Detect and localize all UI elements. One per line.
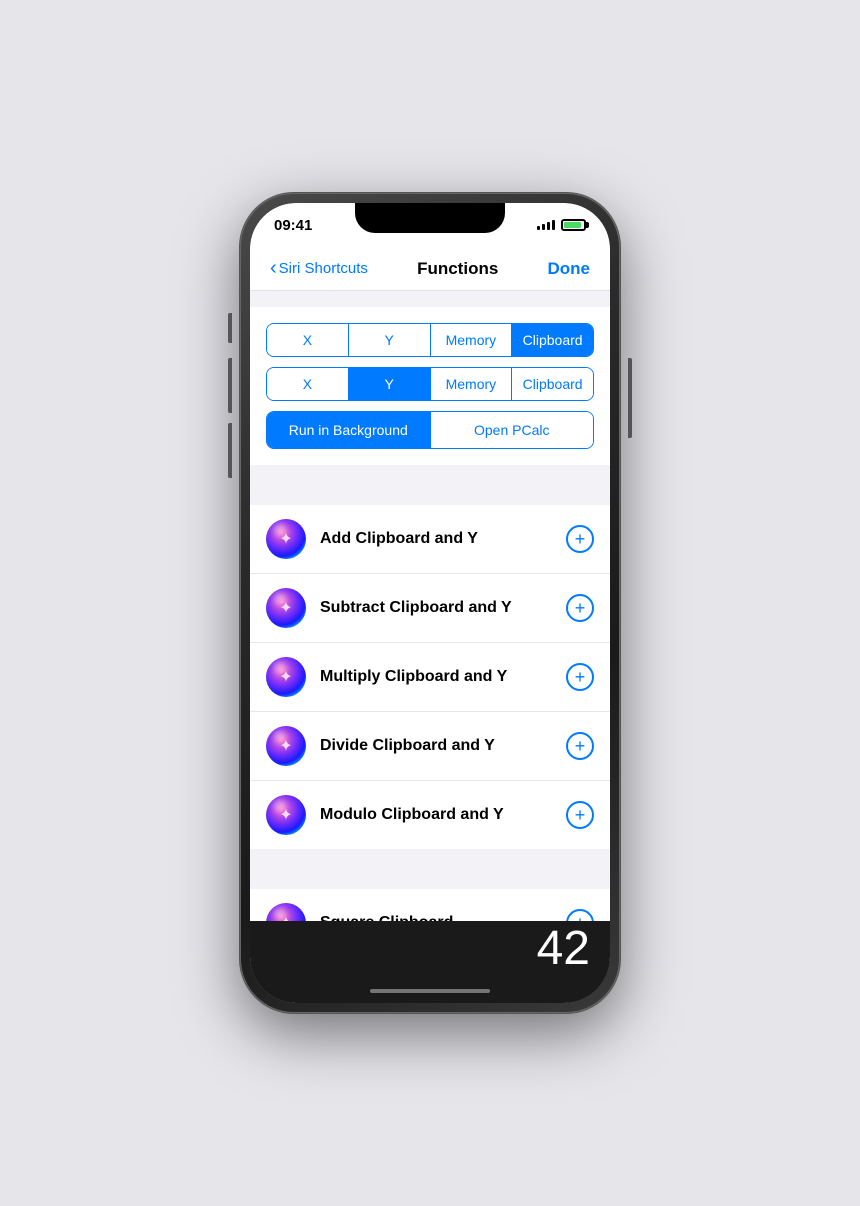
controls-section: X Y Memory Clipboard X Y Memory Clipboar… [250, 307, 610, 465]
chevron-left-icon: ‹ [270, 257, 277, 280]
item-label: Modulo Clipboard and Y [320, 806, 566, 824]
siri-shortcut-icon [266, 795, 306, 835]
list-item[interactable]: Modulo Clipboard and Y + [250, 781, 610, 849]
run-background-btn[interactable]: Run in Background [267, 412, 431, 448]
siri-shortcut-icon [266, 657, 306, 697]
status-icons [537, 219, 586, 231]
status-time: 09:41 [274, 217, 312, 234]
siri-shortcut-icon [266, 726, 306, 766]
item-label: Square Clipboard [320, 914, 566, 921]
list-item[interactable]: Square Clipboard + [250, 889, 610, 921]
section-divider-2 [250, 849, 610, 869]
notch [355, 203, 505, 233]
add-button-2[interactable]: + [566, 663, 594, 691]
seg-btn-memory-row1[interactable]: Memory [431, 324, 513, 356]
volume-down-button[interactable] [228, 423, 232, 478]
phone-device: 09:41 ‹ Siri Shortcuts [240, 193, 620, 1013]
power-button[interactable] [628, 358, 632, 438]
status-bar: 09:41 [250, 203, 610, 247]
action-control[interactable]: Run in Background Open PCalc [266, 411, 594, 449]
done-button[interactable]: Done [548, 259, 591, 279]
segmented-control-row2[interactable]: X Y Memory Clipboard [266, 367, 594, 401]
seg-btn-x-row2[interactable]: X [267, 368, 349, 400]
seg-btn-y-row1[interactable]: Y [349, 324, 431, 356]
back-label[interactable]: Siri Shortcuts [279, 260, 368, 277]
seg-btn-y-row2[interactable]: Y [349, 368, 431, 400]
volume-up-button[interactable] [228, 358, 232, 413]
list-item[interactable]: Multiply Clipboard and Y + [250, 643, 610, 712]
navigation-bar: ‹ Siri Shortcuts Functions Done [250, 247, 610, 291]
siri-shortcut-icon [266, 519, 306, 559]
ios-screen: 09:41 ‹ Siri Shortcuts [250, 203, 610, 1003]
add-button-1[interactable]: + [566, 594, 594, 622]
seg-btn-clipboard-row1[interactable]: Clipboard [512, 324, 593, 356]
open-pcalc-btn[interactable]: Open PCalc [431, 412, 594, 448]
siri-shortcut-icon [266, 903, 306, 921]
list-item[interactable]: Subtract Clipboard and Y + [250, 574, 610, 643]
seg-btn-clipboard-row2[interactable]: Clipboard [512, 368, 593, 400]
page-number: 42 [537, 925, 590, 973]
top-spacer [250, 291, 610, 307]
list-section-arithmetic: Add Clipboard and Y + Subtract Clipboard… [250, 505, 610, 849]
back-button[interactable]: ‹ Siri Shortcuts [270, 257, 368, 280]
item-label: Subtract Clipboard and Y [320, 599, 566, 617]
list-section-power: Square Clipboard + Square Root Clipboard… [250, 889, 610, 921]
add-button-0[interactable]: + [566, 525, 594, 553]
section-divider-1 [250, 465, 610, 485]
scroll-area[interactable]: X Y Memory Clipboard X Y Memory Clipboar… [250, 291, 610, 921]
siri-shortcut-icon [266, 588, 306, 628]
list-item[interactable]: Add Clipboard and Y + [250, 505, 610, 574]
mute-button[interactable] [228, 313, 232, 343]
phone-screen: 09:41 ‹ Siri Shortcuts [250, 203, 610, 1003]
seg-btn-memory-row2[interactable]: Memory [431, 368, 513, 400]
bottom-bar: 42 [250, 921, 610, 1003]
seg-btn-x-row1[interactable]: X [267, 324, 349, 356]
battery-icon [561, 219, 586, 231]
item-label: Divide Clipboard and Y [320, 737, 566, 755]
item-label: Add Clipboard and Y [320, 530, 566, 548]
page-title: Functions [417, 259, 498, 279]
add-button-4[interactable]: + [566, 801, 594, 829]
list-item[interactable]: Divide Clipboard and Y + [250, 712, 610, 781]
add-button-3[interactable]: + [566, 732, 594, 760]
segmented-control-row1[interactable]: X Y Memory Clipboard [266, 323, 594, 357]
add-button-5[interactable]: + [566, 909, 594, 921]
item-label: Multiply Clipboard and Y [320, 668, 566, 686]
home-indicator[interactable] [370, 989, 490, 993]
signal-icon [537, 220, 555, 230]
